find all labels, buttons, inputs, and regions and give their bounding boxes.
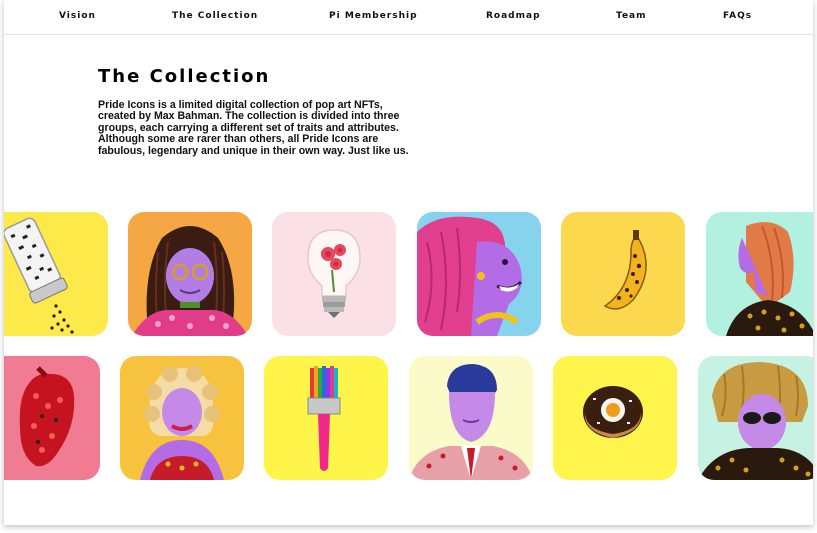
gallery-tile-lightbulb-roses[interactable] <box>272 212 396 336</box>
donut-egg-art <box>553 356 677 480</box>
gallery-tile-paintbrush[interactable] <box>264 356 388 480</box>
nav-vision[interactable]: Vision <box>59 11 96 21</box>
gallery-tile-glitter-heart[interactable] <box>4 356 100 480</box>
pink-hair-diva-art <box>417 212 541 336</box>
gallery-tile-pink-hair-diva[interactable] <box>417 212 541 336</box>
gallery-tile-donut-egg[interactable] <box>553 356 677 480</box>
nav-faqs[interactable]: FAQs <box>723 11 752 21</box>
collection-description: Pride Icons is a limited digital collect… <box>98 99 409 157</box>
gallery-tile-blonde-drag-queen[interactable] <box>120 356 244 480</box>
red-hair-profile-art <box>706 212 813 336</box>
gallery-tile-salt-shaker[interactable] <box>4 212 108 336</box>
suited-man-portrait-art <box>409 356 533 480</box>
gallery-tile-gold-hair-sunglasses[interactable] <box>698 356 813 480</box>
blonde-drag-queen-art <box>120 356 244 480</box>
nav-pi-membership[interactable]: Pi Membership <box>329 11 418 21</box>
paintbrush-art <box>264 356 388 480</box>
gallery-tile-suited-man-portrait[interactable] <box>409 356 533 480</box>
lightbulb-roses-art <box>272 212 396 336</box>
glitter-heart-art <box>4 356 100 480</box>
gold-hair-sunglasses-art <box>698 356 813 480</box>
nav-roadmap[interactable]: Roadmap <box>486 11 541 21</box>
nav-team[interactable]: Team <box>616 11 647 21</box>
gallery-tile-red-hair-profile[interactable] <box>706 212 813 336</box>
salt-shaker-art <box>4 212 108 336</box>
page-frame: Vision The Collection Pi Membership Road… <box>4 0 813 525</box>
nav-the-collection[interactable]: The Collection <box>172 11 258 21</box>
dreadlocks-portrait-art <box>128 212 252 336</box>
gallery-tile-dreadlocks-portrait[interactable] <box>128 212 252 336</box>
gallery-tile-leopard-banana[interactable] <box>561 212 685 336</box>
leopard-banana-art <box>561 212 685 336</box>
top-navigation: Vision The Collection Pi Membership Road… <box>4 0 813 35</box>
collection-title: The Collection <box>98 66 271 87</box>
